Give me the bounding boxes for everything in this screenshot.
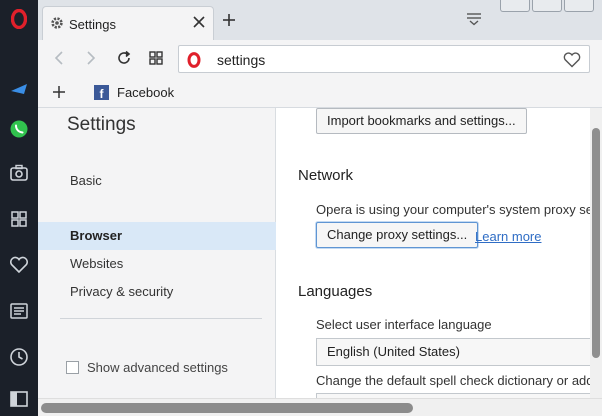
show-advanced-label: Show advanced settings xyxy=(87,360,228,375)
speed-dial-icon[interactable] xyxy=(0,204,38,234)
vertical-scroll-thumb[interactable] xyxy=(592,128,600,358)
learn-more-link[interactable]: Learn more xyxy=(475,229,541,244)
nav-divider xyxy=(60,318,262,319)
show-advanced-settings[interactable]: Show advanced settings xyxy=(66,360,228,375)
horizontal-scroll-thumb[interactable] xyxy=(41,403,413,413)
tab-settings[interactable]: Settings xyxy=(42,6,214,40)
camera-icon[interactable] xyxy=(0,158,38,188)
vertical-scrollbar[interactable] xyxy=(590,108,602,398)
settings-content: Import bookmarks and settings... Network… xyxy=(277,108,590,398)
messenger-icon[interactable] xyxy=(0,74,38,104)
opera-o-icon xyxy=(187,52,201,71)
settings-title: Settings xyxy=(67,114,136,135)
tab-title: Settings xyxy=(69,17,116,32)
address-bar[interactable]: settings xyxy=(178,45,590,73)
bookmarks-bar: f Facebook xyxy=(38,78,602,108)
gear-icon xyxy=(50,16,64,33)
tab-strip: Settings xyxy=(38,0,602,40)
speed-dial-grid-icon[interactable] xyxy=(148,50,164,69)
heart-icon[interactable] xyxy=(0,250,38,280)
tab-menu-icon[interactable] xyxy=(466,12,482,29)
facebook-icon: f xyxy=(94,85,109,100)
nav-item-websites[interactable]: Websites xyxy=(38,250,276,278)
back-icon[interactable] xyxy=(52,50,66,69)
bookmark-heart-icon[interactable] xyxy=(563,52,581,71)
nav-item-basic[interactable]: Basic xyxy=(38,167,276,195)
import-bookmarks-button[interactable]: Import bookmarks and settings... xyxy=(316,108,527,134)
horizontal-scrollbar[interactable] xyxy=(38,398,602,416)
whatsapp-icon[interactable] xyxy=(0,114,38,144)
nav-item-browser[interactable]: Browser xyxy=(38,222,276,250)
window-close-button[interactable] xyxy=(564,0,594,12)
nav-link-cut-off xyxy=(70,332,150,342)
forward-icon[interactable] xyxy=(84,50,98,69)
settings-nav: Settings Basic Browser Websites Privacy … xyxy=(38,108,276,398)
news-icon[interactable] xyxy=(0,296,38,326)
ui-language-select[interactable]: English (United States) xyxy=(316,338,590,366)
network-heading: Network xyxy=(298,167,354,184)
browser-window: Settings settings f Facebook Settings Ba… xyxy=(0,0,602,416)
add-bookmark-plus-icon[interactable] xyxy=(52,85,66,102)
bookmark-facebook[interactable]: f Facebook xyxy=(94,85,174,100)
show-advanced-checkbox[interactable] xyxy=(66,361,79,374)
close-icon[interactable] xyxy=(193,16,205,31)
minimize-button[interactable] xyxy=(500,0,530,12)
spellcheck-label: Change the default spell check dictionar… xyxy=(316,373,590,388)
window-controls xyxy=(500,0,594,12)
address-input[interactable]: settings xyxy=(217,52,265,68)
history-icon[interactable] xyxy=(0,342,38,372)
nav-item-privacy-security[interactable]: Privacy & security xyxy=(38,278,276,306)
new-tab-plus-icon[interactable] xyxy=(222,13,236,30)
reload-icon[interactable] xyxy=(116,50,132,69)
maximize-button[interactable] xyxy=(532,0,562,12)
toolbar: settings xyxy=(38,40,602,78)
opera-sidebar xyxy=(0,0,38,416)
proxy-description: Opera is using your computer's system pr… xyxy=(316,202,590,217)
change-proxy-button[interactable]: Change proxy settings... xyxy=(316,222,479,248)
bookmark-label: Facebook xyxy=(117,85,175,100)
sidebar-toggle-icon[interactable] xyxy=(0,384,38,414)
languages-heading: Languages xyxy=(298,283,373,300)
ui-language-label: Select user interface language xyxy=(316,317,492,332)
opera-logo-icon[interactable] xyxy=(0,4,38,34)
